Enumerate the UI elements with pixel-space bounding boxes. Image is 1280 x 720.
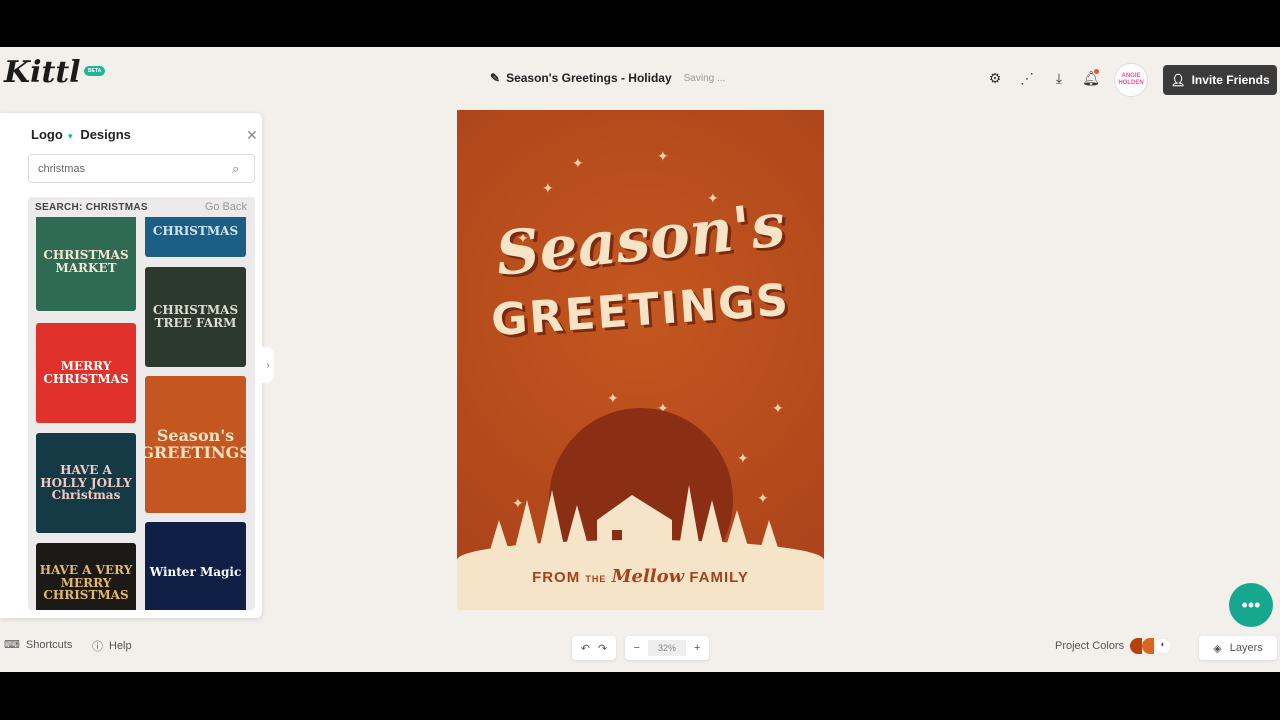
redo-icon[interactable]: ↷ bbox=[598, 642, 607, 655]
settings-icon[interactable]: ⚙ bbox=[986, 69, 1004, 87]
document-title[interactable]: ✎ Season's Greetings - Holiday Saving ..… bbox=[490, 71, 725, 85]
results-header: SEARCH: CHRISTMAS Go Back bbox=[28, 197, 255, 217]
design-thumbnail[interactable]: HAVE A VERY MERRY CHRISTMAS bbox=[36, 543, 136, 610]
download-icon[interactable]: ⤓ bbox=[1050, 69, 1068, 87]
zoom-controls: − 32% + bbox=[625, 636, 709, 660]
beta-badge: BETA bbox=[84, 66, 106, 76]
caret-down-icon: ▼ bbox=[66, 132, 75, 141]
color-swatch[interactable] bbox=[1130, 638, 1143, 654]
history-controls: ↶ ↷ bbox=[572, 636, 616, 660]
layers-button[interactable]: ◈ Layers bbox=[1199, 636, 1277, 660]
add-user-icon: 👤︎ bbox=[1170, 73, 1186, 87]
star-icon: ✦ bbox=[607, 390, 619, 406]
design-thumbnail[interactable]: Winter Magic bbox=[145, 522, 246, 610]
design-thumbnail[interactable]: CHRISTMAS MARKET bbox=[36, 217, 136, 311]
tab-designs[interactable]: Designs bbox=[80, 127, 131, 142]
avatar[interactable]: ANGIE HOLDEN bbox=[1114, 63, 1148, 97]
pencil-icon: ✎ bbox=[490, 71, 501, 85]
notification-icon[interactable]: 🔔︎ bbox=[1082, 69, 1100, 87]
keyboard-icon: ⌨ bbox=[4, 639, 20, 651]
color-swatch[interactable] bbox=[1142, 638, 1155, 654]
project-colors[interactable]: Project Colors ◐ bbox=[1055, 638, 1171, 654]
design-thumbnail[interactable]: CHRISTMAS bbox=[145, 217, 246, 257]
family-line[interactable]: FROM THE Mellow FAMILY bbox=[457, 566, 824, 587]
results-grid[interactable]: CHRISTMAS MARKET CHRISTMAS MERRY CHRISTMAS… bbox=[28, 217, 255, 610]
shortcuts-button[interactable]: ⌨ Shortcuts bbox=[4, 638, 72, 652]
invite-friends-button[interactable]: 👤︎ Invite Friends bbox=[1163, 65, 1277, 95]
title-text: Season's Greetings - Holiday bbox=[506, 71, 672, 85]
tab-logo[interactable]: Logo ▼ bbox=[31, 127, 74, 142]
undo-icon[interactable]: ↶ bbox=[581, 642, 590, 655]
design-thumbnail[interactable]: MERRY CHRISTMAS bbox=[36, 323, 136, 423]
zoom-in-button[interactable]: + bbox=[694, 642, 700, 654]
search-results[interactable]: SEARCH: CHRISTMAS Go Back CHRISTMAS MARK… bbox=[28, 197, 255, 610]
star-icon: ✦ bbox=[657, 148, 669, 164]
design-thumbnail[interactable]: HAVE A HOLLY JOLLY Christmas bbox=[36, 433, 136, 533]
design-thumbnail[interactable]: CHRISTMAS TREE FARM bbox=[145, 267, 246, 367]
star-icon: ✦ bbox=[772, 400, 784, 416]
zoom-level[interactable]: 32% bbox=[647, 640, 686, 656]
editor: Kittl BETA ✎ Season's Greetings - Holida… bbox=[0, 47, 1280, 672]
layers-icon: ◈ bbox=[1213, 642, 1222, 655]
star-icon: ✦ bbox=[542, 180, 554, 196]
save-status: Saving ... bbox=[683, 72, 726, 84]
close-icon[interactable]: ✕ bbox=[246, 127, 258, 144]
go-back-link[interactable]: Go Back bbox=[205, 201, 247, 213]
search-input[interactable] bbox=[28, 154, 255, 183]
chat-support-button[interactable]: ••• bbox=[1229, 583, 1273, 627]
help-icon: ⓘ bbox=[92, 641, 103, 653]
design-canvas[interactable]: ✦✦✦✦✦✦✦✦✦✦✦✦✦ Season's GREETINGS FROM TH… bbox=[457, 110, 824, 610]
designs-panel: Logo ▼ Designs ✕ ⌕ SEARCH: CHRISTMAS Go … bbox=[0, 113, 262, 618]
share-icon[interactable]: ⋰ bbox=[1018, 69, 1036, 87]
star-icon: ✦ bbox=[737, 450, 749, 466]
design-thumbnail[interactable]: Season's GREETINGS bbox=[145, 376, 246, 513]
results-heading: SEARCH: CHRISTMAS bbox=[35, 202, 148, 213]
collapse-panel-button[interactable]: › bbox=[262, 347, 274, 383]
palette-icon[interactable]: ◐ bbox=[1156, 639, 1171, 653]
search-icon[interactable]: ⌕ bbox=[232, 161, 239, 177]
zoom-out-button[interactable]: − bbox=[634, 642, 640, 654]
star-icon: ✦ bbox=[572, 155, 584, 171]
help-button[interactable]: ⓘ Help bbox=[92, 638, 132, 654]
kittl-logo[interactable]: Kittl bbox=[4, 55, 81, 90]
